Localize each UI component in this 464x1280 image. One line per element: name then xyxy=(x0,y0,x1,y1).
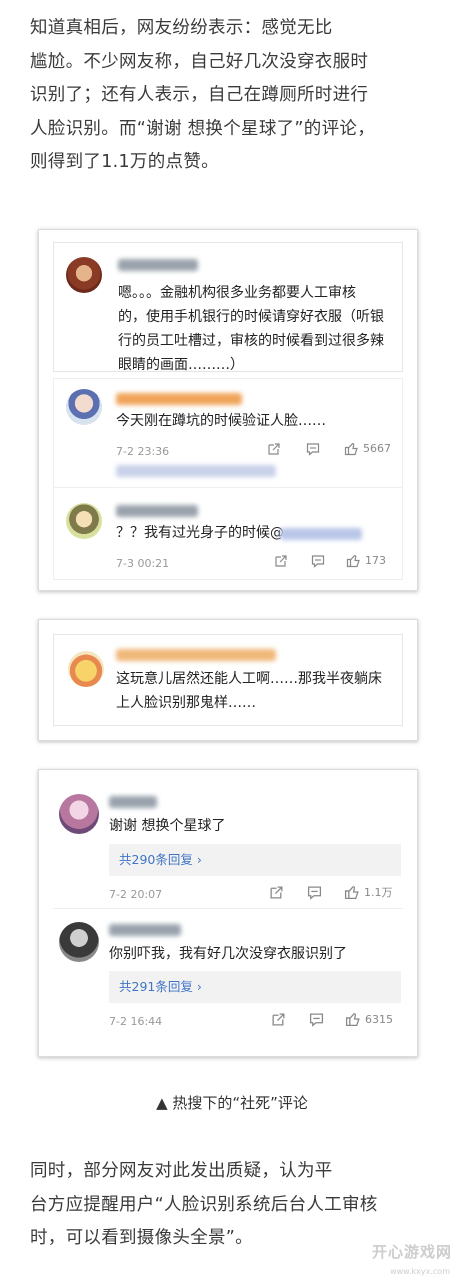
comment-button[interactable] xyxy=(309,1012,324,1027)
blurred-username[interactable] xyxy=(116,505,198,517)
share-button[interactable] xyxy=(267,442,281,456)
share-button[interactable] xyxy=(271,1012,286,1027)
comment-button[interactable] xyxy=(307,885,322,900)
comment-card-3: 谢谢 想换个星球了 共290条回复 › 7-2 20:07 1.1万 你别吓我，… xyxy=(38,769,418,1057)
avatar[interactable] xyxy=(66,257,102,293)
article-paragraph-1: 知道真相后，网友纷纷表示：感觉无比 尴尬。不少网友称，自己好几次没穿衣服时 识别… xyxy=(30,18,375,172)
comment-timestamp: 7-2 20:07 xyxy=(109,888,163,901)
like-button[interactable]: 6315 xyxy=(345,1011,393,1027)
comment-icon xyxy=(311,554,325,568)
image-caption: ▲ 热搜下的“社死”评论 xyxy=(156,1094,308,1112)
like-button[interactable]: 5667 xyxy=(344,441,391,456)
blurred-mention[interactable] xyxy=(280,528,362,540)
watermark-logo: 开心游戏网 xyxy=(371,1243,452,1261)
comment-icon xyxy=(307,885,322,900)
reply-timestamp: 7-2 23:36 xyxy=(116,445,170,458)
comment-text: 这玩意儿居然还能人工啊……那我半夜躺床 上人脸识别那鬼样…… xyxy=(116,671,382,711)
blurred-username[interactable] xyxy=(116,393,242,405)
divider xyxy=(54,487,402,488)
comment-card-1: 嗯。。。金融机构很多业务都要人工审核 的，使用手机银行的时候请穿好衣服（听银 行… xyxy=(38,229,418,591)
thumbs-up-icon xyxy=(345,1011,361,1027)
avatar[interactable] xyxy=(66,389,102,425)
comment-text: 谢谢 想换个星球了 xyxy=(109,818,226,834)
comment-card-2: 这玩意儿居然还能人工啊……那我半夜躺床 上人脸识别那鬼样…… xyxy=(38,619,418,741)
view-replies-link[interactable]: 共290条回复 › xyxy=(109,844,401,876)
like-count: 5667 xyxy=(363,442,391,455)
watermark-url: www.kxyx.com xyxy=(390,1267,450,1276)
like-button[interactable]: 1.1万 xyxy=(344,884,393,900)
comment-button[interactable] xyxy=(311,554,325,568)
like-button[interactable]: 173 xyxy=(346,553,386,568)
avatar[interactable] xyxy=(59,794,99,834)
like-count: 173 xyxy=(365,554,386,567)
reply-text: 今天刚在蹲坑的时候验证人脸…… xyxy=(116,413,326,429)
view-replies-link[interactable]: 共291条回复 › xyxy=(109,971,401,1003)
blurred-username[interactable] xyxy=(109,924,181,936)
comment-icon xyxy=(306,442,320,456)
comment-icon xyxy=(309,1012,324,1027)
share-button[interactable] xyxy=(269,885,284,900)
share-icon xyxy=(269,885,284,900)
avatar[interactable] xyxy=(59,922,99,962)
comment-text: 嗯。。。金融机构很多业务都要人工审核 的，使用手机银行的时候请穿好衣服（听银 行… xyxy=(118,285,384,373)
blurred-mention-line xyxy=(116,465,276,477)
reply-timestamp: 7-3 00:21 xyxy=(116,557,170,570)
comment-button[interactable] xyxy=(306,442,320,456)
top-comment-box: 嗯。。。金融机构很多业务都要人工审核 的，使用手机银行的时候请穿好衣服（听银 行… xyxy=(53,242,403,373)
comment-text: 你别吓我，我有好几次没穿衣服识别了 xyxy=(109,946,347,962)
share-icon xyxy=(271,1012,286,1027)
thumbs-up-icon xyxy=(346,553,361,568)
comment-box: 这玩意儿居然还能人工啊……那我半夜躺床 上人脸识别那鬼样…… xyxy=(53,634,403,726)
blurred-username[interactable] xyxy=(109,796,157,808)
share-button[interactable] xyxy=(274,554,288,568)
share-icon xyxy=(274,554,288,568)
thumbs-up-icon xyxy=(344,441,359,456)
blurred-username[interactable] xyxy=(118,259,198,271)
blurred-username[interactable] xyxy=(116,649,276,661)
comment-timestamp: 7-2 16:44 xyxy=(109,1015,163,1028)
reply-box: 今天刚在蹲坑的时候验证人脸…… 7-2 23:36 5667 ？？我有过光身子的… xyxy=(53,378,403,580)
thumbs-up-icon xyxy=(344,884,360,900)
avatar[interactable] xyxy=(66,503,102,539)
divider xyxy=(53,908,403,909)
like-count: 1.1万 xyxy=(364,886,393,899)
avatar[interactable] xyxy=(68,651,104,687)
share-icon xyxy=(267,442,281,456)
like-count: 6315 xyxy=(365,1012,393,1026)
